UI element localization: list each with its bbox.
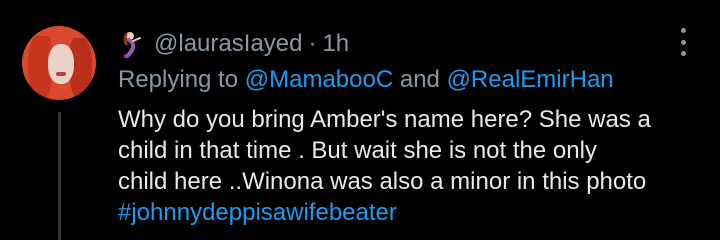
tweet-body-line: child here ..Winona was also a minor in …	[118, 168, 647, 195]
avatar-lips	[56, 72, 66, 76]
hashtag-link[interactable]: #johnnydeppisawifebeater	[118, 197, 708, 228]
mermaid-emoji-icon	[118, 29, 148, 59]
avatar-face	[48, 44, 74, 84]
more-dot	[680, 51, 686, 56]
tweet-body: Why do you bring Amber's name here? She …	[118, 104, 708, 228]
mention-link-2[interactable]: @RealEmirHan	[447, 66, 614, 93]
avatar[interactable]	[22, 26, 96, 100]
separator-dot: ·	[308, 30, 317, 57]
tweet-header: @laurasIayed · 1h	[118, 26, 349, 62]
tweet-body-line: child in that time . But wait she is not…	[118, 137, 597, 164]
user-handle[interactable]: @laurasIayed	[154, 30, 302, 58]
replying-to-line: Replying to @MamabooC and @RealEmirHan	[118, 66, 614, 94]
more-options-icon[interactable]	[676, 28, 690, 56]
timestamp[interactable]: 1h	[322, 30, 349, 58]
more-dot	[680, 28, 686, 33]
tweet-body-line: Why do you bring Amber's name here? She …	[118, 106, 651, 133]
reply-and: and	[399, 66, 440, 93]
reply-prefix: Replying to	[118, 66, 239, 93]
thread-line	[58, 112, 61, 240]
more-dot	[680, 39, 686, 45]
mention-link-1[interactable]: @MamabooC	[245, 66, 393, 93]
